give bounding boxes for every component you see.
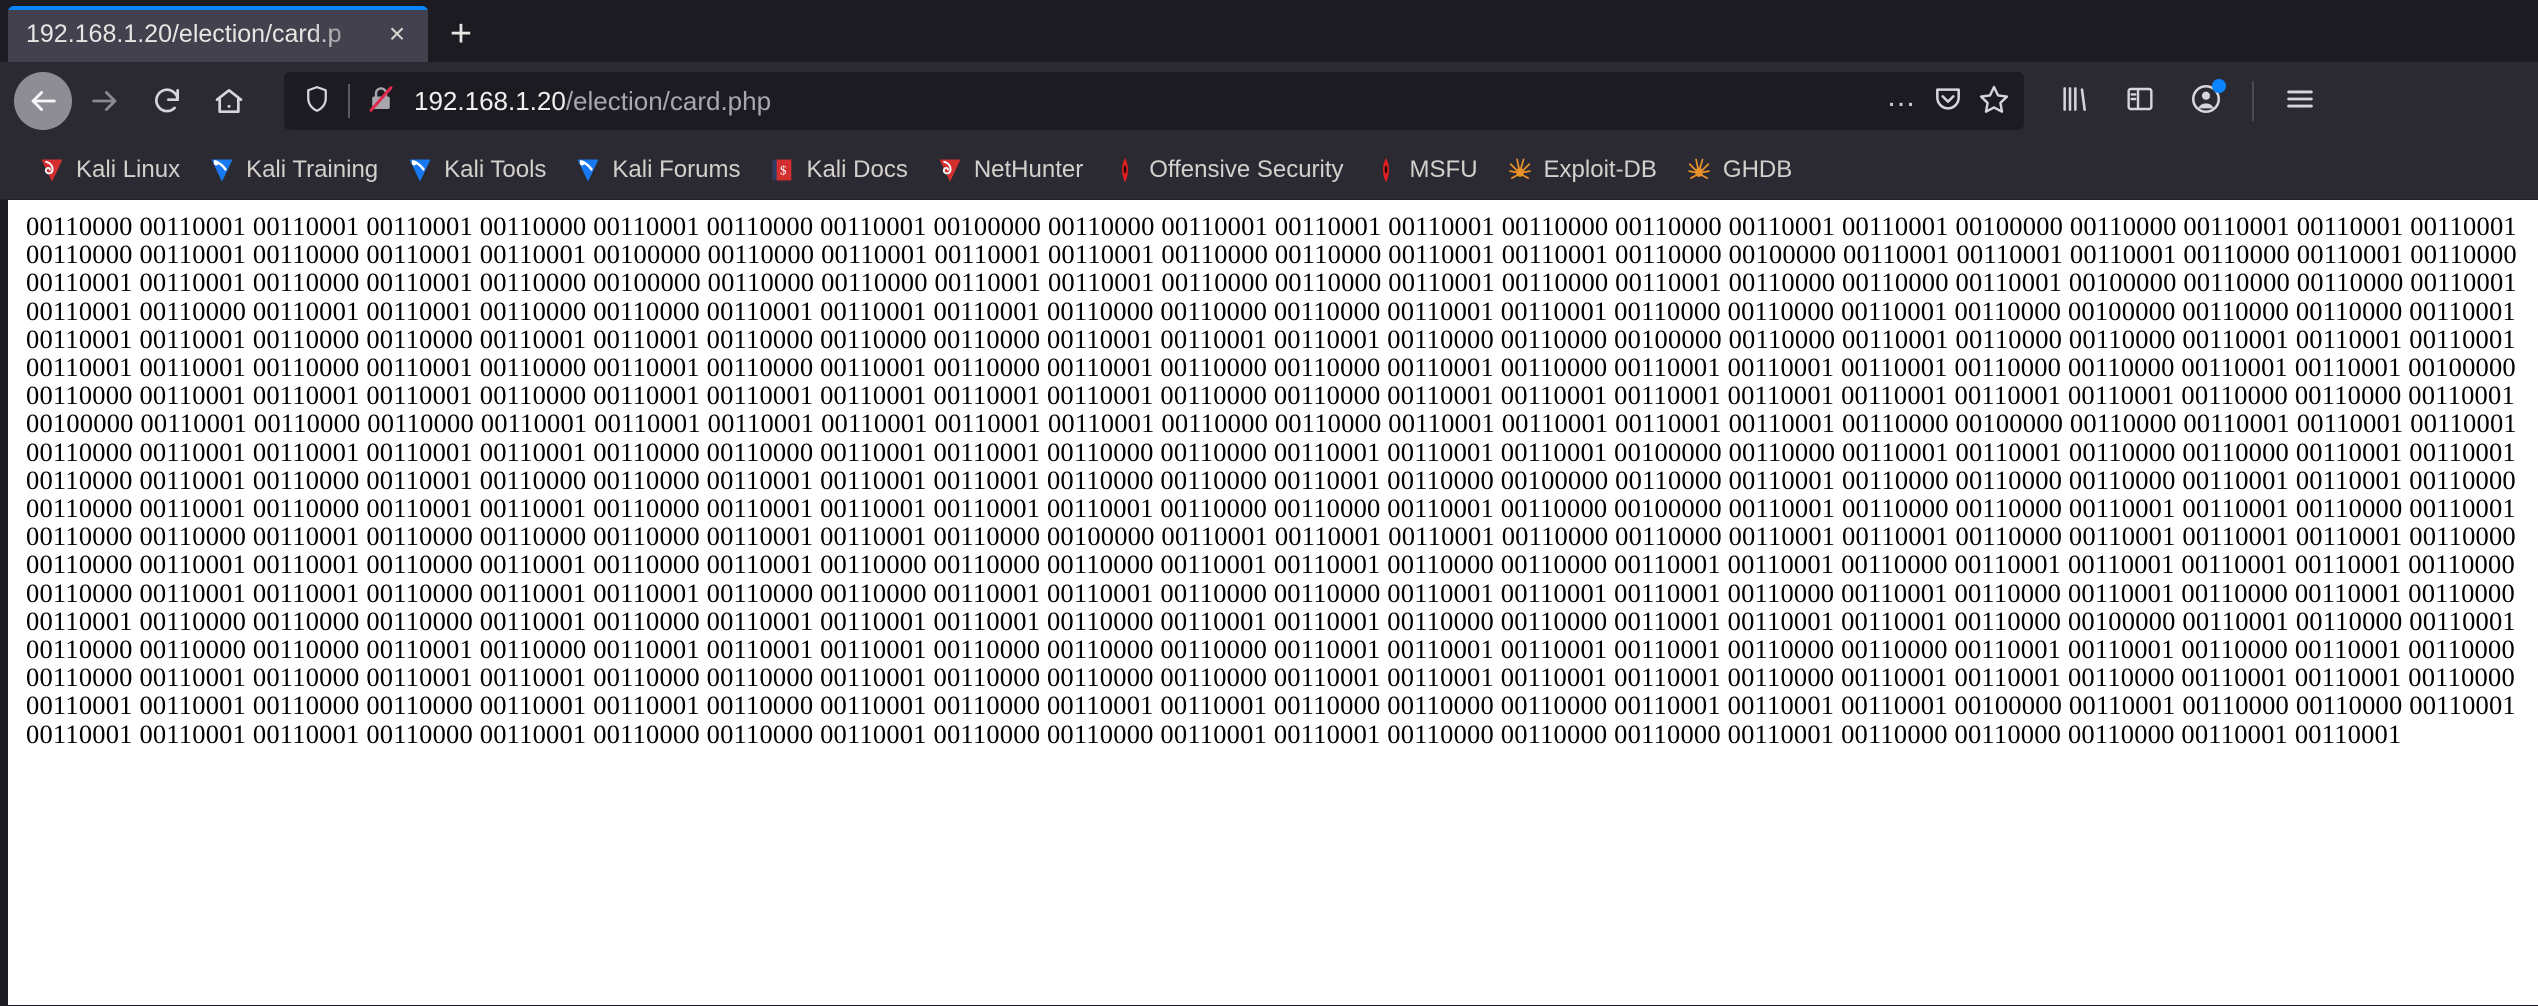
- kali-dragon-blue-icon: [406, 156, 434, 184]
- bookmark-label: GHDB: [1722, 155, 1793, 183]
- url-host: 192.168.1.20: [414, 85, 566, 116]
- arrow-right-icon: [88, 84, 122, 118]
- bookmark-label: MSFU: [1409, 155, 1478, 183]
- app-menu-button[interactable]: [2272, 73, 2328, 129]
- pocket-icon[interactable]: [1932, 83, 1964, 120]
- library-icon: [2058, 83, 2090, 120]
- offsec-flame-icon: [1111, 156, 1139, 184]
- bookmark-label: Kali Docs: [806, 155, 908, 183]
- bookmark-kali-docs[interactable]: $ Kali Docs: [754, 147, 921, 193]
- tab-strip: 192.168.1.20/election/card.p × +: [0, 0, 2538, 62]
- forward-button[interactable]: [76, 72, 134, 130]
- hamburger-menu-icon: [2283, 82, 2317, 121]
- close-icon[interactable]: ×: [380, 20, 414, 48]
- toolbar-divider: [2252, 81, 2254, 121]
- bookmark-kali-tools[interactable]: Kali Tools: [392, 147, 560, 193]
- bookmark-label: NetHunter: [973, 155, 1084, 183]
- kali-dragon-red-icon: [38, 156, 66, 184]
- url-bar[interactable]: 192.168.1.20/election/card.php …: [284, 72, 2024, 130]
- bookmarks-bar: Kali Linux Kali Training Kali Tools Kali…: [0, 140, 2538, 200]
- bookmark-nethunter[interactable]: NetHunter: [922, 147, 1097, 193]
- binary-dump-text: 00110000 00110001 00110001 00110001 0011…: [26, 211, 2524, 749]
- url-text: 192.168.1.20/election/card.php: [414, 86, 1886, 117]
- browser-tab-active[interactable]: 192.168.1.20/election/card.p ×: [8, 6, 428, 62]
- account-notification-badge: [2212, 79, 2226, 93]
- bookmark-label: Kali Training: [246, 155, 379, 183]
- kali-dragon-blue-icon: [574, 156, 602, 184]
- kali-docs-book-icon: $: [768, 156, 796, 184]
- reload-button[interactable]: [138, 72, 196, 130]
- bookmark-label: Kali Forums: [612, 155, 741, 183]
- sidebar-toggle-button[interactable]: [2112, 73, 2168, 129]
- shield-icon[interactable]: [302, 84, 332, 119]
- svg-text:$: $: [780, 163, 787, 177]
- home-button[interactable]: [200, 72, 258, 130]
- bookmark-ghdb[interactable]: GHDB: [1671, 147, 1806, 193]
- exploitdb-spider-icon: [1685, 156, 1713, 184]
- reload-icon: [151, 85, 183, 117]
- home-icon: [213, 85, 245, 117]
- url-divider: [348, 84, 350, 118]
- bookmark-exploit-db[interactable]: Exploit-DB: [1492, 147, 1671, 193]
- account-button[interactable]: [2178, 73, 2234, 129]
- bookmark-kali-forums[interactable]: Kali Forums: [560, 147, 754, 193]
- kali-dragon-red-icon: [936, 156, 964, 184]
- browser-viewport: 00110000 00110001 00110001 00110001 0011…: [0, 200, 2538, 1005]
- tab-title: 192.168.1.20/election/card.p: [26, 19, 342, 48]
- window-left-edge: [0, 200, 8, 1005]
- sidebar-icon: [2124, 83, 2156, 120]
- page-content: 00110000 00110001 00110001 00110001 0011…: [8, 200, 2538, 1005]
- url-path: /election/card.php: [565, 85, 772, 116]
- broken-lock-icon[interactable]: [366, 84, 396, 119]
- bookmark-label: Offensive Security: [1149, 155, 1344, 183]
- new-tab-button[interactable]: +: [428, 6, 494, 62]
- star-icon[interactable]: [1978, 83, 2010, 120]
- bookmark-label: Kali Tools: [444, 155, 547, 183]
- bookmark-label: Kali Linux: [76, 155, 181, 183]
- bookmark-kali-linux[interactable]: Kali Linux: [24, 147, 194, 193]
- navigation-toolbar: 192.168.1.20/election/card.php …: [0, 62, 2538, 140]
- arrow-left-icon: [26, 84, 60, 118]
- bookmark-offensive-security[interactable]: Offensive Security: [1097, 147, 1357, 193]
- bookmark-label: Exploit-DB: [1543, 155, 1657, 183]
- toolbar-right-actions: [2046, 73, 2328, 129]
- kali-dragon-blue-icon: [208, 156, 236, 184]
- library-button[interactable]: [2046, 73, 2102, 129]
- bookmark-msfu[interactable]: MSFU: [1358, 147, 1492, 193]
- back-button[interactable]: [14, 72, 72, 130]
- offsec-flame-icon: [1372, 156, 1400, 184]
- exploitdb-spider-icon: [1506, 156, 1534, 184]
- bookmark-kali-training[interactable]: Kali Training: [194, 147, 392, 193]
- page-actions-button[interactable]: …: [1886, 82, 1918, 120]
